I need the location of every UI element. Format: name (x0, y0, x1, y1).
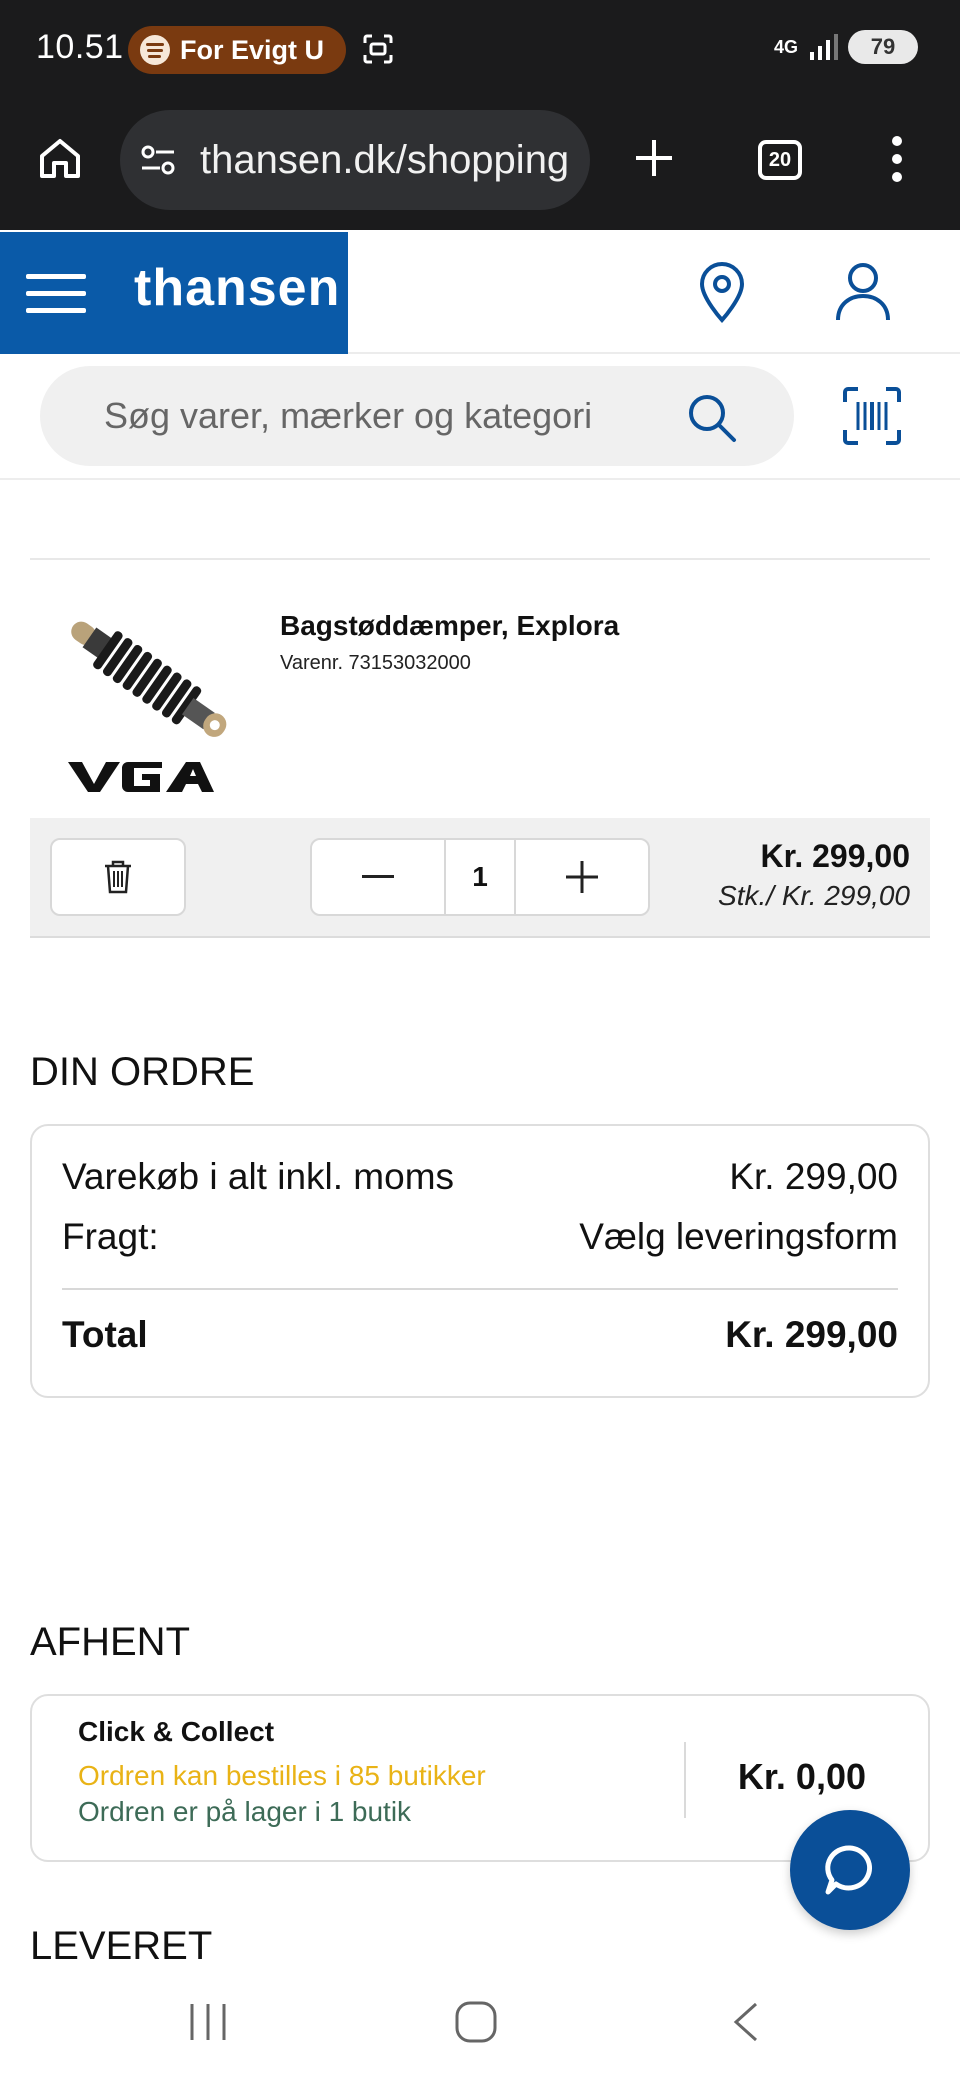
click-collect-price: Kr. 0,00 (737, 1756, 866, 1797)
order-title: DIN ORDRE (30, 1050, 255, 1094)
product-name[interactable]: Bagstøddæmper, Explora (280, 610, 619, 642)
battery-indicator: 79 (848, 30, 918, 64)
url-bar[interactable]: thansen.dk/shopping (120, 110, 590, 210)
barcode-icon[interactable] (842, 386, 902, 446)
product-image[interactable] (46, 598, 242, 758)
pickup-title: AFHENT (30, 1620, 190, 1664)
decrease-quantity-button[interactable] (312, 840, 444, 914)
status-indicators: 4G 79 (774, 30, 918, 64)
search-input[interactable] (104, 390, 674, 442)
more-icon[interactable] (890, 136, 904, 186)
trash-icon (105, 860, 131, 894)
recent-apps-icon[interactable] (186, 2000, 230, 2044)
status-bar: 10.51 For Evigt U 4G 79 (0, 0, 960, 100)
brand-logo (68, 762, 214, 792)
order-total-label: Total (62, 1314, 148, 1355)
item-unit-price: Stk./ Kr. 299,00 (718, 880, 910, 911)
stock-availability: Ordren er på lager i 1 butik (78, 1796, 412, 1827)
search-section (0, 354, 960, 480)
menu-icon[interactable] (26, 274, 86, 314)
nav-home-icon[interactable] (454, 2000, 498, 2044)
order-row-label: Fragt: (62, 1216, 159, 1257)
divider (30, 558, 930, 560)
order-row: Fragt: Vælg leveringsform (62, 1216, 898, 1258)
signal-icon (810, 34, 838, 60)
media-label: For Evigt U (180, 34, 325, 65)
order-total-row: Total Kr. 299,00 (62, 1314, 898, 1356)
divider (684, 1742, 686, 1818)
site-header: thansen (0, 232, 960, 354)
click-collect-title: Click & Collect (78, 1716, 275, 1747)
minus-icon (362, 875, 394, 878)
spotify-icon (140, 35, 170, 65)
shipping-value[interactable]: Vælg leveringsform (579, 1216, 898, 1258)
increase-quantity-button[interactable] (516, 840, 648, 914)
cart-item-controls: 1 Kr. 299,00 Stk./ Kr. 299,00 (30, 818, 930, 938)
click-collect-option[interactable]: Click & Collect Ordren kan bestilles i 8… (30, 1694, 930, 1862)
order-row-label: Varekøb i alt inkl. moms (62, 1156, 455, 1197)
location-pin-icon[interactable] (694, 260, 750, 324)
search-icon[interactable] (686, 392, 738, 444)
back-icon[interactable] (728, 2000, 764, 2044)
order-summary: Varekøb i alt inkl. moms Kr. 299,00 Frag… (30, 1124, 930, 1398)
user-icon[interactable] (832, 260, 894, 324)
site-logo[interactable]: thansen (134, 258, 340, 318)
home-icon[interactable] (36, 134, 84, 182)
order-total-value: Kr. 299,00 (725, 1314, 898, 1355)
status-time: 10.51 (36, 28, 124, 66)
chat-icon (825, 1845, 872, 1895)
screenshot-icon (363, 34, 393, 64)
order-row: Varekøb i alt inkl. moms Kr. 299,00 (62, 1156, 898, 1198)
chat-button[interactable] (790, 1810, 910, 1930)
order-row-value: Kr. 299,00 (729, 1156, 898, 1197)
store-availability: Ordren kan bestilles i 85 butikker (78, 1760, 486, 1791)
tabs-icon[interactable]: 20 (758, 140, 802, 180)
remove-item-button[interactable] (50, 838, 186, 916)
media-pill[interactable]: For Evigt U (128, 26, 346, 74)
logo-block: thansen (0, 232, 348, 354)
tune-icon[interactable] (138, 140, 178, 180)
delivery-title: LEVERET (30, 1924, 213, 1968)
url-text: thansen.dk/shopping (200, 137, 570, 182)
quantity-stepper: 1 (310, 838, 650, 916)
system-nav-bar (0, 1970, 960, 2080)
search-box (40, 366, 794, 466)
product-sku: Varenr. 73153032000 (280, 652, 471, 674)
browser-toolbar: thansen.dk/shopping 20 (0, 100, 960, 230)
network-label: 4G (773, 37, 798, 57)
quantity-value[interactable]: 1 (444, 840, 516, 914)
item-total-price: Kr. 299,00 (760, 838, 910, 874)
plus-icon (566, 861, 598, 893)
plus-icon[interactable] (630, 134, 678, 182)
divider (62, 1288, 898, 1290)
